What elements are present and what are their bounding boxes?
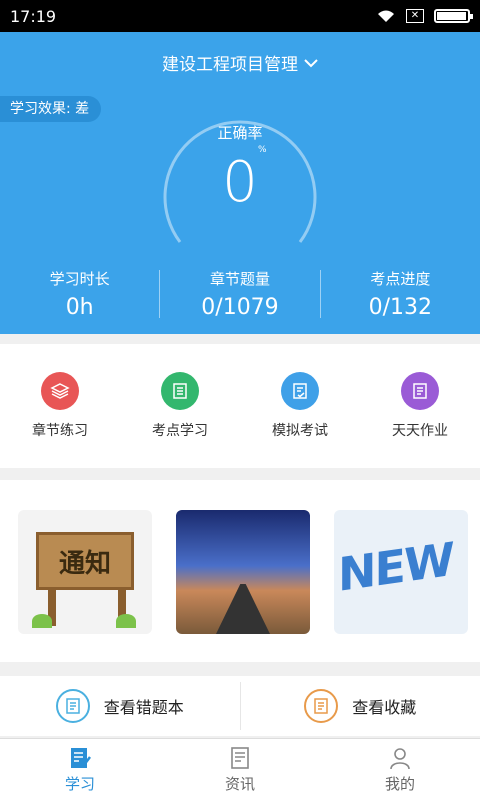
study-summary-panel: 建设工程项目管理 学习效果: 差 正确率 % 0 学习时长 0h 章节题量 0/… [0, 32, 480, 334]
stat-study-time: 学习时长 0h [0, 264, 159, 324]
status-bar: 17:19 ✕ [0, 0, 480, 32]
banner-carousel[interactable]: 通知 NEW [0, 480, 480, 662]
road-image [216, 584, 270, 634]
stat-value: 0/132 [368, 295, 433, 320]
tab-label: 资讯 [224, 775, 255, 793]
accuracy-label: 正确率 [217, 124, 263, 142]
wrong-book-link[interactable]: 查看错题本 [0, 676, 240, 736]
sim-icon: ✕ [406, 9, 424, 23]
chevron-down-icon [304, 58, 318, 67]
banner-road[interactable] [176, 510, 310, 634]
tab-label: 我的 [384, 775, 415, 793]
quick-action-mock-exam[interactable]: 模拟考试 [250, 372, 350, 440]
stat-label: 章节题量 [209, 270, 270, 288]
quick-action-label: 考点学习 [152, 423, 208, 439]
tab-study[interactable]: 学习 [0, 739, 160, 800]
status-icons: ✕ [376, 8, 473, 24]
study-icon [71, 748, 91, 768]
profile-icon [390, 748, 410, 770]
favorites-label: 查看收藏 [352, 698, 417, 717]
project-title: 建设工程项目管理 [162, 55, 298, 75]
favorite-icon [304, 689, 339, 723]
quick-action-chapter-practice[interactable]: 章节练习 [10, 372, 110, 440]
quick-actions: 章节练习 考点学习 模拟考试 天天作业 [0, 344, 480, 468]
quick-action-point-study[interactable]: 考点学习 [130, 372, 230, 440]
list-icon [161, 372, 199, 410]
quick-action-label: 章节练习 [32, 423, 88, 439]
favorites-link[interactable]: 查看收藏 [241, 676, 480, 736]
stat-value: 0h [65, 295, 94, 320]
stat-value: 0/1079 [201, 295, 279, 320]
stat-chapter-questions: 章节题量 0/1079 [160, 264, 319, 324]
accuracy-value: 0 [222, 150, 258, 215]
tab-news[interactable]: 资讯 [160, 739, 320, 800]
stat-label: 学习时长 [49, 270, 110, 288]
stats-row: 学习时长 0h 章节题量 0/1079 考点进度 0/132 [0, 264, 480, 324]
battery-fill [437, 12, 466, 20]
bottom-tab-bar: 学习 资讯 我的 [0, 738, 480, 800]
wrong-book-icon [55, 689, 90, 723]
quick-action-label: 模拟考试 [272, 423, 328, 439]
tab-label: 学习 [64, 775, 95, 793]
banner-notice[interactable]: 通知 [18, 510, 152, 634]
layers-icon [41, 372, 79, 410]
news-text: NEW [338, 531, 453, 603]
document-icon [401, 372, 439, 410]
news-icon [231, 747, 249, 769]
battery-icon [434, 9, 473, 23]
grass [116, 614, 136, 628]
wifi-icon [378, 10, 394, 22]
tab-profile[interactable]: 我的 [320, 739, 480, 800]
status-time: 17:19 [10, 6, 57, 26]
exam-icon [281, 372, 319, 410]
stat-label: 考点进度 [370, 270, 431, 288]
stat-exam-points: 考点进度 0/132 [321, 264, 480, 324]
banner-news[interactable]: NEW [334, 510, 468, 634]
study-effect-badge: 学习效果: 差 [0, 96, 102, 122]
quick-action-label: 天天作业 [392, 423, 448, 439]
grass [32, 614, 52, 628]
notice-sign: 通知 [36, 532, 134, 590]
bottom-links: 查看错题本 查看收藏 [0, 676, 480, 736]
project-selector[interactable]: 建设工程项目管理 [0, 50, 480, 75]
quick-action-daily-homework[interactable]: 天天作业 [370, 372, 470, 440]
wrong-book-label: 查看错题本 [103, 698, 184, 717]
